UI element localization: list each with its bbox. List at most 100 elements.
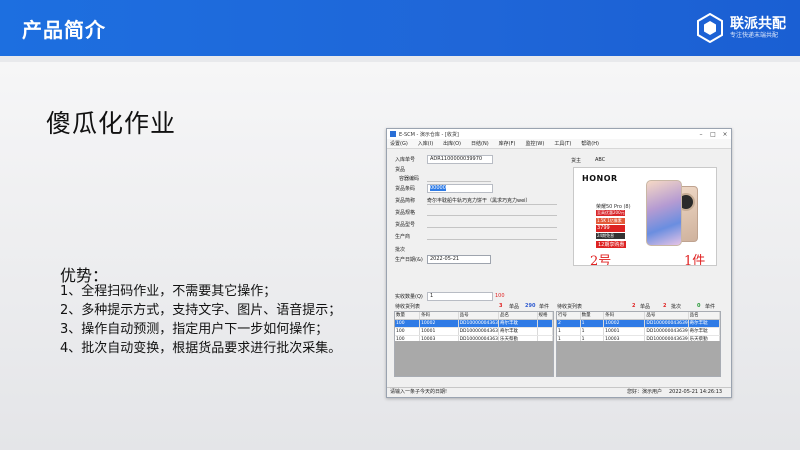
table-row[interactable]: 2 1 10002 DD10000004363956 奇尔丰耽 <box>557 320 720 328</box>
table-cell: 奇尔丰耽 <box>499 328 538 335</box>
inbound-no-label: 入库单号 <box>395 157 416 163</box>
spec-label: 货品规格 <box>395 210 416 216</box>
advantage-item: 2、多种提示方式，支持文字、图片、语音提示； <box>60 303 342 318</box>
pending-grid[interactable]: 数量 条码 品号 品名 规格 100 10002 DD1000000436395… <box>394 311 554 377</box>
quantity-label: 1件 <box>684 254 706 266</box>
table-cell <box>538 320 553 327</box>
inbound-no-field[interactable]: ADR1100000039970 <box>427 155 493 164</box>
table-cell: 1 <box>581 320 605 327</box>
grid-empty-area <box>395 341 553 376</box>
table-cell: 2 <box>557 320 581 327</box>
window-title: E-SCM - 演示仓库 - [收货] <box>399 131 459 138</box>
barcode-label: 货品条码 <box>395 186 416 192</box>
col-header: 行号 <box>557 312 581 319</box>
collected-count: 2 <box>632 303 636 309</box>
pending-caption: 待收货列表 <box>395 304 421 310</box>
table-cell: 100 <box>395 320 421 327</box>
pending-units-label: 单品 <box>509 304 520 310</box>
table-cell: 奇尔丰耽 <box>689 328 720 335</box>
banner-title: 产品简介 <box>22 18 106 42</box>
collected-pieces-label: 单件 <box>705 304 716 310</box>
table-cell: 1 <box>557 328 581 335</box>
window-titlebar: E-SCM - 演示仓库 - [收货] – □ × <box>387 129 731 139</box>
col-header: 品号 <box>645 312 689 319</box>
close-button[interactable]: × <box>719 131 731 138</box>
model-field <box>427 227 557 228</box>
goods-section-label: 货品 <box>395 167 406 173</box>
col-header: 品号 <box>459 312 500 319</box>
col-header: 条码 <box>420 312 459 319</box>
owner-value: ABC <box>595 157 606 163</box>
spec-field <box>427 215 557 216</box>
price-text: 3799 <box>596 225 625 232</box>
maker-label: 生产商 <box>395 234 411 240</box>
table-cell: 1 <box>581 328 605 335</box>
table-cell: 100 <box>395 328 421 335</box>
col-header: 数量 <box>581 312 605 319</box>
app-window: E-SCM - 演示仓库 - [收货] – □ × 设置(G) 入库(I) 出库… <box>386 128 732 398</box>
qty-field[interactable]: 1 <box>427 292 493 301</box>
menu-outbound[interactable]: 出库(O) <box>443 140 461 147</box>
product-image: HONOR 荣耀50 Pro (8) 至高优惠200元 1.5K 1亿像素 37… <box>573 167 717 266</box>
product-value: 奇尔丰耽船牛轨巧克力饼干（黑求巧克力wei） <box>427 198 531 204</box>
advantages-list: 1、全程扫码作业，不需要其它操作； 2、多种提示方式，支持文字、图片、语音提示；… <box>60 282 341 358</box>
table-row[interactable]: 100 10001 DD10000004363966 奇尔丰耽 <box>395 328 553 336</box>
prod-date-picker[interactable]: 2022-05-21 <box>427 255 491 264</box>
collected-units-label: 单品 <box>640 304 651 310</box>
menu-settings[interactable]: 设置(G) <box>390 140 408 147</box>
collected-batch-label: 批次 <box>671 304 682 310</box>
table-row[interactable]: 1 1 10001 DD10000004363966 奇尔丰耽 <box>557 328 720 336</box>
collected-pieces: 0 <box>697 303 701 309</box>
col-header: 规格 <box>538 312 553 319</box>
menu-monitor[interactable]: 监控(W) <box>525 140 544 147</box>
table-cell: 10001 <box>420 328 459 335</box>
barcode-value: 00000 <box>430 185 446 191</box>
app-icon <box>390 131 396 137</box>
status-user: 您好：演示用户 <box>627 389 663 395</box>
phone-front-image <box>646 180 682 246</box>
batch-section-label: 批次 <box>395 247 406 253</box>
owner-label: 货主 <box>571 158 582 164</box>
product-underline <box>427 204 557 205</box>
prod-date-value: 2022-05-21 <box>430 256 460 262</box>
grid-empty-area <box>557 341 720 376</box>
col-header: 数量 <box>395 312 421 319</box>
promo-tag: 至高优惠200元 <box>596 210 625 216</box>
collected-grid-header: 行号 数量 条码 品号 品名 <box>557 312 720 320</box>
maximize-button[interactable]: □ <box>707 131 719 138</box>
promo-tag: 24期免息 <box>596 233 625 239</box>
menu-bar: 设置(G) 入库(I) 出库(O) 日结(N) 库存(F) 监控(W) 工具(T… <box>387 139 731 149</box>
table-row[interactable]: 100 10002 DD10000004363956 奇尔丰耽 <box>395 320 553 328</box>
collected-caption: 待收货列表 <box>557 304 583 310</box>
table-cell: DD10000004363966 <box>646 328 689 335</box>
pending-units: 290 <box>525 303 536 309</box>
table-cell: DD10000004363956 <box>459 320 500 327</box>
qty-label: 实收数量(Q) <box>395 294 423 300</box>
collected-grid[interactable]: 行号 数量 条码 品号 品名 2 1 10002 DD1000000436395… <box>556 311 721 377</box>
advantage-item: 3、操作自动预测，指定用户下一步如何操作； <box>60 322 329 337</box>
pending-grid-header: 数量 条码 品号 品名 规格 <box>395 312 553 320</box>
menu-inventory[interactable]: 库存(F) <box>499 140 516 147</box>
status-bar: 请输入一条子今天的日期! 您好：演示用户 2022-05-21 14:26:13 <box>387 387 731 397</box>
promo-tag: 12期享购惠 <box>596 241 627 248</box>
table-cell: DD10000004363966 <box>459 328 500 335</box>
menu-help[interactable]: 帮助(H) <box>581 140 599 147</box>
maker-field <box>427 239 557 240</box>
menu-tools[interactable]: 工具(T) <box>554 140 571 147</box>
container-field[interactable] <box>427 181 491 182</box>
menu-inbound[interactable]: 入库(I) <box>418 140 433 147</box>
phone-model-text: 荣耀50 Pro (8) <box>596 204 631 210</box>
menu-daily[interactable]: 日结(N) <box>471 140 489 147</box>
status-hint: 请输入一条子今天的日期! <box>390 389 448 395</box>
table-cell: DD10000004363956 <box>646 320 689 327</box>
qty-red-value: 100 <box>495 293 505 299</box>
col-header: 品名 <box>499 312 538 319</box>
brand-logo-icon <box>697 13 723 43</box>
promo-tag: 1.5K 1亿像素 <box>596 218 625 224</box>
table-cell: 10002 <box>604 320 646 327</box>
location-label: 2号 <box>590 254 612 266</box>
minimize-button[interactable]: – <box>695 131 707 138</box>
col-header: 品名 <box>689 312 720 319</box>
prod-date-label: 生产日期(&) <box>395 257 423 263</box>
barcode-field[interactable]: 00000 <box>427 184 493 193</box>
